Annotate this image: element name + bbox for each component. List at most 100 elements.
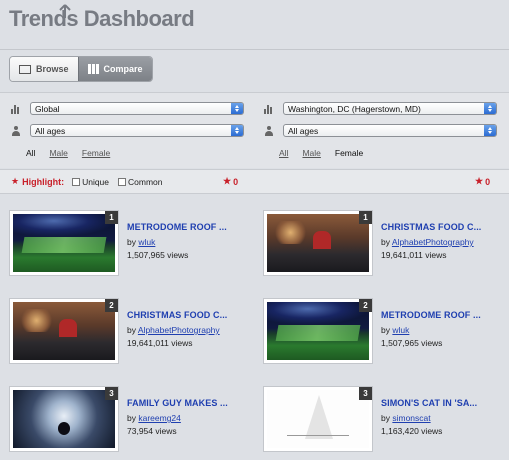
video-card[interactable]: 1 METRODOME ROOF ... by wluk 1,507,965 v…	[9, 210, 254, 278]
right-gender-male[interactable]: Male	[302, 148, 320, 158]
highlight-label: Highlight:	[22, 176, 65, 187]
video-author-line: by AlphabetPhotography	[127, 325, 220, 335]
video-thumbnail[interactable]: 1	[263, 210, 373, 276]
video-card[interactable]: 3 SIMON'S CAT IN 'SA... by simonscat 1,1…	[263, 386, 508, 454]
video-author-line: by kareemg24	[127, 413, 181, 423]
rank-badge: 2	[359, 299, 372, 312]
right-age-row: All ages	[264, 124, 497, 137]
video-author-line: by AlphabetPhotography	[381, 237, 474, 247]
video-author-line: by wluk	[127, 237, 155, 247]
star-icon: ★	[11, 176, 20, 186]
checkbox-box[interactable]	[72, 177, 81, 186]
author-link[interactable]: wluk	[392, 325, 409, 335]
video-thumbnail[interactable]: 3	[9, 386, 119, 452]
rank-badge: 1	[105, 211, 118, 224]
video-card[interactable]: 2 METRODOME ROOF ... by wluk 1,507,965 v…	[263, 298, 508, 366]
rank-badge: 3	[359, 387, 372, 400]
page-title: Trends Dashboard	[9, 6, 195, 31]
right-region-value: Washington, DC (Hagerstown, MD)	[288, 103, 421, 114]
person-icon	[264, 125, 274, 136]
left-highlight-count: ★ 0	[223, 176, 238, 187]
video-title-link[interactable]: CHRISTMAS FOOD C...	[127, 310, 227, 320]
select-arrow-icon	[484, 125, 496, 136]
common-label: Common	[128, 176, 163, 187]
compare-button[interactable]: Compare	[77, 57, 152, 81]
author-link[interactable]: AlphabetPhotography	[138, 325, 220, 335]
compare-icon	[87, 64, 99, 74]
right-gender-all[interactable]: All	[279, 148, 288, 158]
by-text: by	[127, 413, 136, 423]
video-author-line: by wluk	[381, 325, 409, 335]
video-title-link[interactable]: METRODOME ROOF ...	[127, 222, 227, 232]
video-card[interactable]: 3 FAMILY GUY MAKES ... by kareemg24 73,9…	[9, 386, 254, 454]
right-gender-female[interactable]: Female	[335, 148, 363, 158]
left-gender-male[interactable]: Male	[49, 148, 67, 158]
video-title-link[interactable]: METRODOME ROOF ...	[381, 310, 481, 320]
right-region-select[interactable]: Washington, DC (Hagerstown, MD)	[283, 102, 497, 115]
left-region-row: Global	[11, 102, 244, 115]
left-region-value: Global	[35, 103, 60, 114]
by-text: by	[381, 237, 390, 247]
unique-label: Unique	[82, 176, 110, 187]
video-thumbnail[interactable]: 2	[9, 298, 119, 364]
video-title-link[interactable]: CHRISTMAS FOOD C...	[381, 222, 481, 232]
checkbox-box[interactable]	[118, 177, 127, 186]
star-icon: ★	[475, 176, 484, 186]
author-link[interactable]: wluk	[138, 237, 155, 247]
right-age-select[interactable]: All ages	[283, 124, 497, 137]
common-checkbox[interactable]: Common	[118, 176, 163, 187]
author-link[interactable]: AlphabetPhotography	[392, 237, 474, 247]
left-gender-filter: All Male Female	[26, 148, 110, 158]
right-gender-filter: All Male Female	[279, 148, 363, 158]
video-title-link[interactable]: FAMILY GUY MAKES ...	[127, 398, 228, 408]
view-count: 73,954 views	[127, 426, 177, 436]
left-region-select[interactable]: Global	[30, 102, 244, 115]
right-age-value: All ages	[288, 125, 319, 136]
by-text: by	[381, 325, 390, 335]
highlight-bar: ★ Highlight: Unique Common ★ 0 ★ 0	[0, 169, 509, 194]
view-count: 19,641,011 views	[127, 338, 193, 348]
right-highlight-count-value: 0	[485, 176, 491, 187]
video-card[interactable]: 2 CHRISTMAS FOOD C... by AlphabetPhotogr…	[9, 298, 254, 366]
view-count: 19,641,011 views	[381, 250, 447, 260]
video-thumbnail[interactable]: 1	[9, 210, 119, 276]
view-count: 1,163,420 views	[381, 426, 443, 436]
by-text: by	[127, 237, 136, 247]
left-age-row: All ages	[11, 124, 244, 137]
video-thumbnail[interactable]: 2	[263, 298, 373, 364]
video-title-link[interactable]: SIMON'S CAT IN 'SA...	[381, 398, 477, 408]
left-age-select[interactable]: All ages	[30, 124, 244, 137]
video-author-line: by simonscat	[381, 413, 431, 423]
browse-button[interactable]: Browse	[10, 57, 78, 81]
bar-chart-icon	[11, 104, 21, 114]
unique-checkbox[interactable]: Unique	[72, 177, 109, 187]
divider	[0, 49, 509, 50]
by-text: by	[127, 325, 136, 335]
author-link[interactable]: simonscat	[392, 413, 430, 423]
star-icon: ★	[223, 176, 232, 186]
by-text: by	[381, 413, 390, 423]
person-icon	[11, 125, 21, 136]
video-thumbnail[interactable]: 3	[263, 386, 373, 452]
author-link[interactable]: kareemg24	[138, 413, 181, 423]
view-count: 1,507,965 views	[127, 250, 189, 260]
left-gender-all[interactable]: All	[26, 148, 35, 158]
compare-label: Compare	[103, 64, 143, 74]
view-toggle: Browse Compare	[9, 56, 153, 82]
rank-badge: 1	[359, 211, 372, 224]
left-gender-female[interactable]: Female	[82, 148, 110, 158]
browse-icon	[19, 64, 31, 74]
left-highlight-count-value: 0	[233, 176, 239, 187]
trend-arrow-icon	[59, 4, 71, 18]
right-region-row: Washington, DC (Hagerstown, MD)	[264, 102, 497, 115]
select-arrow-icon	[231, 125, 243, 136]
select-arrow-icon	[484, 103, 496, 114]
select-arrow-icon	[231, 103, 243, 114]
video-card[interactable]: 1 CHRISTMAS FOOD C... by AlphabetPhotogr…	[263, 210, 508, 278]
right-highlight-count: ★ 0	[475, 176, 490, 187]
rank-badge: 2	[105, 299, 118, 312]
left-age-value: All ages	[35, 125, 66, 136]
view-count: 1,507,965 views	[381, 338, 443, 348]
browse-label: Browse	[36, 64, 69, 74]
rank-badge: 3	[105, 387, 118, 400]
